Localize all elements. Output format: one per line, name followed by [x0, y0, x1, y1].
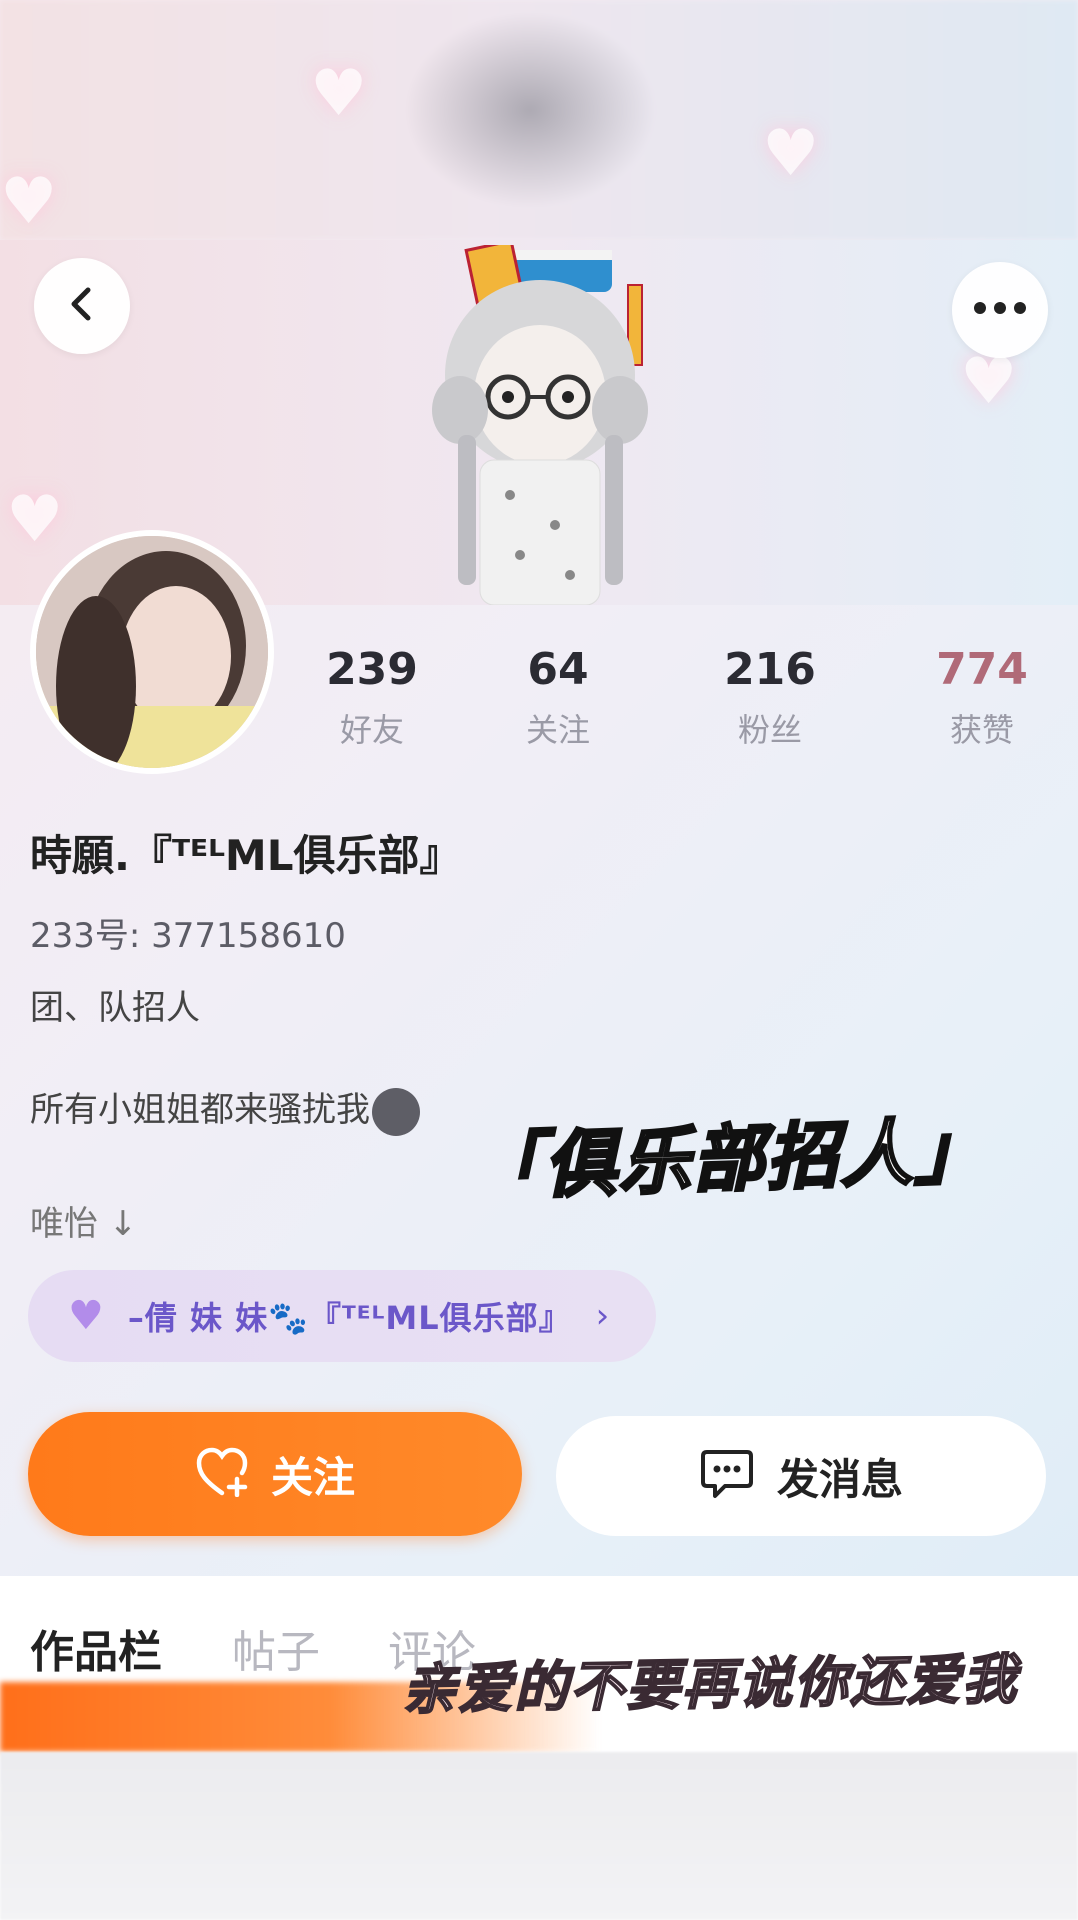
message-button[interactable]: 发消息: [556, 1416, 1046, 1536]
profile-uid: 233号: 377158610: [30, 916, 346, 956]
cat-emoji-icon: [372, 1087, 420, 1136]
background-banner: [0, 0, 1078, 240]
more-button[interactable]: [952, 262, 1048, 358]
more-horizontal-icon: [972, 300, 1028, 320]
avatar-photo: [36, 536, 268, 768]
bio-text: 所有小姐姐都来骚扰我: [30, 1090, 370, 1130]
heart-plus-icon: [195, 1447, 249, 1501]
overlay-lyric-text: 亲爱的不要再说你还爱我: [401, 1646, 1020, 1723]
heart-decoration-icon: ♥: [960, 345, 1018, 419]
stat-value: 216: [724, 644, 816, 695]
stat-friends[interactable]: 239 好友: [292, 644, 452, 749]
stat-value: 774: [936, 644, 1028, 695]
avatar[interactable]: [30, 530, 274, 774]
chevron-left-icon: [62, 284, 102, 328]
stat-label: 粉丝: [737, 711, 802, 749]
bio-line: 团、队招人: [30, 988, 200, 1028]
chat-bubble-icon: [699, 1448, 755, 1504]
tab-posts[interactable]: 帖子: [232, 1616, 320, 1680]
heart-decoration-icon: ♥: [762, 117, 820, 191]
cp-relationship-link[interactable]: ♥ –倩 妹 妹🐾『ᵀᴱᴸML俱乐部』 ›: [28, 1270, 656, 1362]
bio-line: 唯怡 ↓: [30, 1204, 138, 1244]
stat-likes[interactable]: 774 获赞: [902, 644, 1062, 749]
stat-fans[interactable]: 216 粉丝: [690, 644, 850, 749]
stat-following[interactable]: 64 关注: [478, 644, 638, 749]
stat-value: 64: [527, 644, 589, 695]
content-preview-area: [0, 1752, 1078, 1920]
bio-line: 所有小姐姐都来骚扰我: [30, 1082, 420, 1136]
overlay-title-text: 「俱乐部招人」: [467, 1105, 991, 1211]
heart-decoration-icon: ♥: [0, 165, 58, 239]
cp-link-text: –倩 妹 妹🐾『ᵀᴱᴸML俱乐部』: [127, 1299, 572, 1337]
character-avatar-image: [410, 239, 670, 606]
profile-name: 時願.『ᵀᴱᴸML俱乐部』: [30, 831, 462, 880]
message-button-label: 发消息: [776, 1454, 903, 1504]
chevron-right-icon: ›: [595, 1296, 610, 1336]
stat-label: 好友: [339, 711, 404, 749]
stat-label: 关注: [525, 711, 590, 749]
back-button[interactable]: [34, 258, 130, 354]
follow-button[interactable]: 关注: [28, 1412, 522, 1536]
stat-value: 239: [326, 644, 418, 695]
heart-decoration-icon: ♥: [310, 57, 368, 131]
purple-heart-icon: ♥: [68, 1293, 104, 1339]
tab-works[interactable]: 作品栏: [30, 1616, 162, 1680]
stat-label: 获赞: [949, 711, 1014, 749]
heart-decoration-icon: ♥: [6, 483, 64, 557]
follow-button-label: 关注: [270, 1452, 355, 1502]
